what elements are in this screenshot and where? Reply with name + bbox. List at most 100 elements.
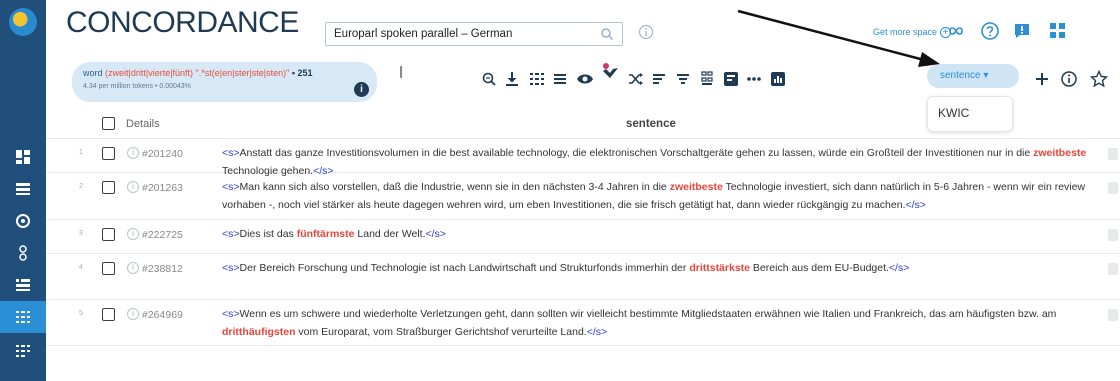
table-row[interactable]: 4 i #238812 <s>Der Bereich Forschung und Te…	[46, 254, 1120, 300]
hit-count: • 251	[291, 68, 313, 78]
column-details: Details	[126, 118, 160, 130]
query-expression: (zweit|dritt|vierte|fünft) ".*st(e|en|st…	[105, 68, 290, 78]
row-reference[interactable]: #264969	[142, 309, 183, 321]
settings-icon[interactable]	[0, 237, 46, 269]
row-info-icon[interactable]: i	[127, 147, 139, 159]
row-checkbox[interactable]	[102, 181, 115, 194]
sentence-open-tag: <s>	[222, 228, 240, 240]
lines-icon[interactable]	[553, 69, 567, 89]
row-info-icon[interactable]: i	[127, 308, 139, 320]
left-context: Dies ist das	[239, 228, 297, 240]
copy-icon[interactable]	[1108, 229, 1118, 241]
sentence-open-tag: <s>	[222, 262, 240, 274]
row-number: 4	[79, 264, 83, 271]
eye-icon[interactable]	[576, 69, 594, 89]
table-header: Details sentence	[46, 108, 1120, 139]
right-context: vom Europarat, vom Straßburger Gerichtsh…	[295, 326, 587, 338]
row-sentence: <s>Der Bereich Forschung und Technologie…	[222, 259, 1092, 277]
collocations-icon[interactable]	[723, 69, 739, 89]
concordance-icon[interactable]	[0, 301, 46, 333]
row-info-icon[interactable]: i	[127, 181, 139, 193]
right-context: Land der Welt.	[354, 228, 426, 240]
corpus-select[interactable]: Europarl spoken parallel – German	[325, 22, 623, 46]
table-row[interactable]: 2 i #201263 <s>Man kann sich also vorstelle…	[46, 173, 1120, 220]
row-info-icon[interactable]: i	[127, 228, 139, 240]
kwic-keyword[interactable]: drittstärkste	[689, 262, 750, 274]
apps-icon[interactable]	[1048, 21, 1068, 46]
star-icon[interactable]	[1090, 69, 1108, 89]
row-checkbox[interactable]	[102, 228, 115, 241]
left-sidebar	[0, 0, 46, 381]
pin-icon[interactable]: ❙	[396, 64, 406, 78]
shuffle-icon[interactable]	[628, 69, 644, 89]
row-number: 1	[79, 149, 83, 156]
list-icon[interactable]	[0, 173, 46, 205]
feedback-icon[interactable]	[1012, 21, 1032, 46]
query-chip[interactable]: word (zweit|dritt|vierte|fünft) ".*st(e|…	[72, 62, 377, 102]
table-row[interactable]: 5 i #264969 <s>Wenn es um schwere und wiede…	[46, 300, 1120, 346]
column-sentence: sentence	[626, 118, 676, 130]
sentence-close-tag: </s>	[888, 262, 910, 274]
copy-icon[interactable]	[1108, 309, 1118, 321]
table-row[interactable]: 1 i #201240 <s>Anstatt das ganze Investitio…	[46, 139, 1120, 177]
row-reference[interactable]: #201263	[142, 182, 183, 194]
zoom-icon[interactable]	[481, 69, 497, 89]
query-summary: word (zweit|dritt|vierte|fünft) ".*st(e|…	[83, 68, 377, 78]
infinity-icon[interactable]	[946, 21, 966, 46]
target-icon[interactable]	[0, 205, 46, 237]
get-more-space-link[interactable]: Get more space +	[873, 27, 952, 38]
frequency-icon[interactable]	[700, 69, 714, 89]
sentence-close-tag: </s>	[905, 199, 926, 211]
query-info-icon[interactable]: i	[354, 82, 369, 97]
filter-list-icon[interactable]	[0, 269, 46, 301]
kwic-grid-icon[interactable]	[529, 69, 545, 89]
filter-icon[interactable]	[676, 69, 690, 89]
corpus-info-icon[interactable]	[638, 24, 654, 45]
row-reference[interactable]: #201240	[142, 148, 183, 160]
left-context: Man kann sich also vorstellen, daß die I…	[239, 181, 670, 193]
sentence-open-tag: <s>	[222, 147, 240, 159]
more-icon[interactable]	[746, 69, 762, 89]
parallel-concordance-icon[interactable]	[0, 335, 46, 367]
sort-cursor-icon[interactable]	[600, 63, 620, 83]
app-logo[interactable]	[9, 8, 37, 36]
query-attr: word	[83, 68, 106, 78]
download-icon[interactable]	[505, 69, 519, 89]
row-reference[interactable]: #238812	[142, 263, 183, 275]
kwic-keyword[interactable]: zweitbeste	[1033, 147, 1086, 159]
row-number: 5	[79, 310, 83, 317]
dashboard-icon[interactable]	[0, 141, 46, 173]
chart-icon[interactable]	[770, 69, 786, 89]
help-icon[interactable]	[980, 21, 1000, 46]
view-select[interactable]: sentence ▾	[927, 64, 1019, 88]
get-more-space-label: Get more space	[873, 27, 938, 37]
sentence-open-tag: <s>	[222, 181, 240, 193]
left-context: Anstatt das ganze Investitionsvolumen in…	[239, 147, 1034, 159]
view-select-value: sentence ▾	[940, 70, 989, 81]
kwic-keyword[interactable]: dritthäufigsten	[222, 326, 296, 338]
sentence-open-tag: <s>	[222, 308, 240, 320]
sentence-close-tag: </s>	[586, 326, 608, 338]
kwic-keyword[interactable]: fünftärmste	[297, 228, 355, 240]
table-row[interactable]: 3 i #222725 <s>Dies ist das fünftärmste Lan…	[46, 220, 1120, 254]
query-stats: 4.34 per million tokens • 0.00043%	[83, 83, 191, 90]
info-icon[interactable]	[1060, 69, 1078, 89]
left-context: Wenn es um schwere und wiederholte Verle…	[239, 308, 1057, 320]
kwic-keyword[interactable]: zweitbeste	[670, 181, 723, 193]
app: CONCORDANCE Europarl spoken parallel – G…	[0, 0, 1120, 381]
row-info-icon[interactable]: i	[127, 262, 139, 274]
sentence-close-tag: </s>	[425, 228, 446, 240]
row-number: 3	[79, 230, 83, 237]
search-icon	[600, 27, 614, 44]
add-icon[interactable]	[1035, 69, 1049, 89]
row-checkbox[interactable]	[102, 308, 115, 321]
row-reference[interactable]: #222725	[142, 229, 183, 241]
copy-icon[interactable]	[1108, 148, 1118, 160]
copy-icon[interactable]	[1108, 263, 1118, 275]
sort-lines-icon[interactable]	[652, 69, 666, 89]
row-checkbox[interactable]	[102, 147, 115, 160]
copy-icon[interactable]	[1108, 182, 1118, 194]
select-all-checkbox[interactable]	[102, 117, 115, 130]
left-context: Der Bereich Forschung und Technologie is…	[239, 262, 690, 274]
row-checkbox[interactable]	[102, 262, 115, 275]
